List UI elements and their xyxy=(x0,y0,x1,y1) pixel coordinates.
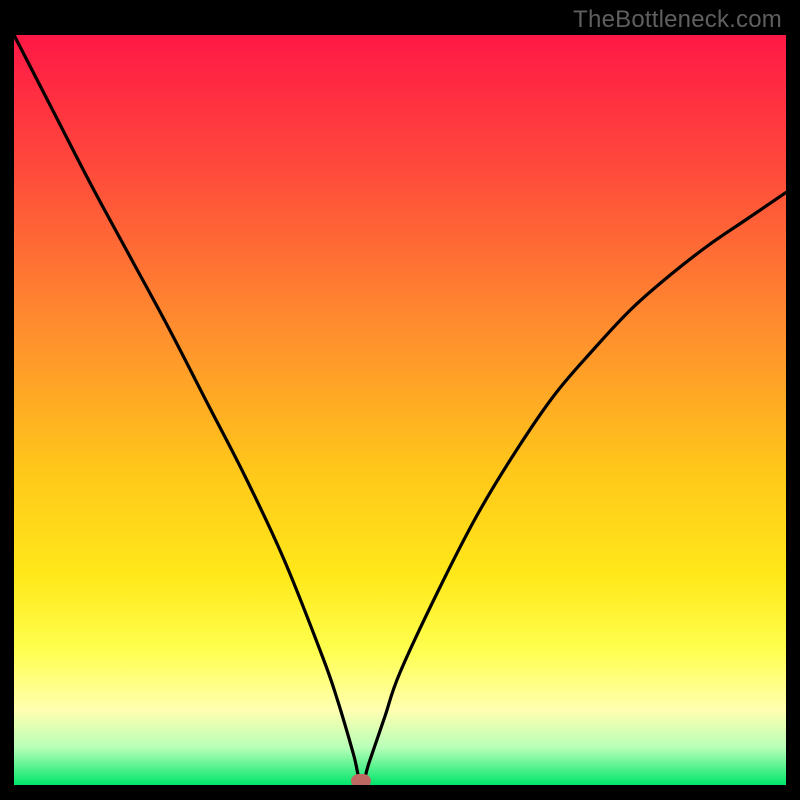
optimum-marker xyxy=(351,774,371,785)
plot-area xyxy=(14,35,786,785)
watermark-text: TheBottleneck.com xyxy=(573,6,782,34)
bottleneck-curve xyxy=(14,35,786,785)
chart-container: TheBottleneck.com xyxy=(0,0,800,800)
curve-path xyxy=(14,35,786,785)
